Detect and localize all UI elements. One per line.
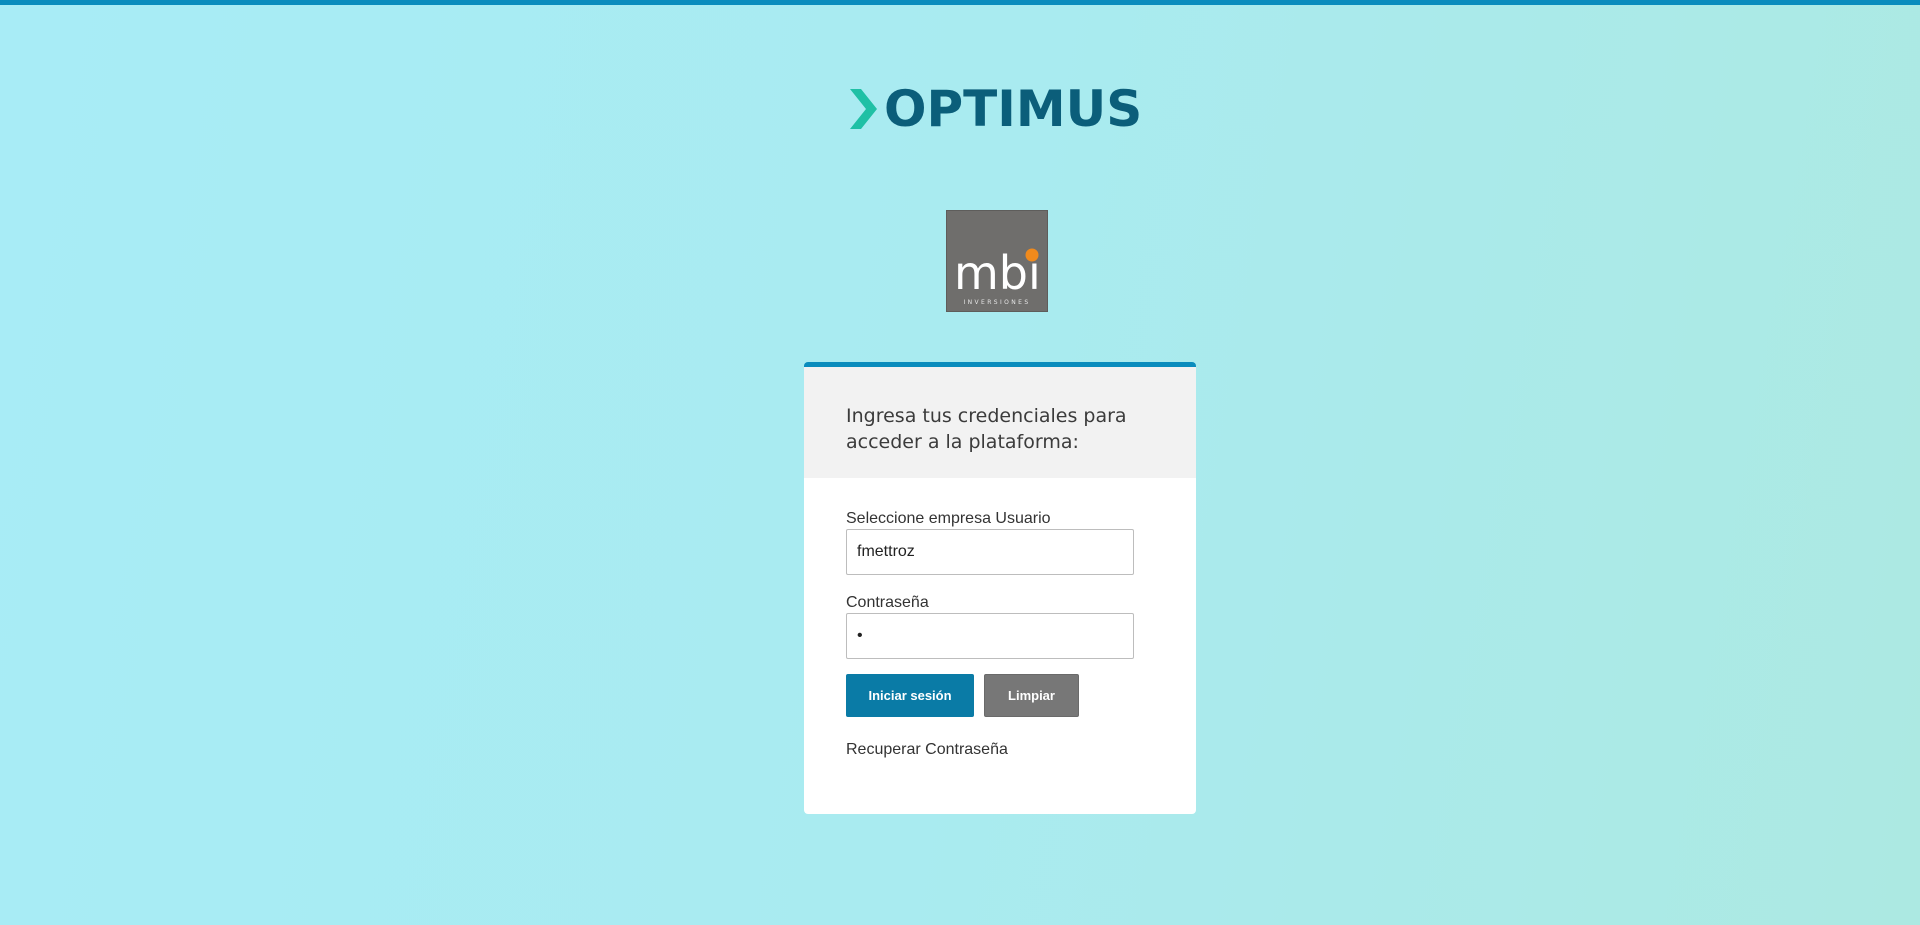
password-input[interactable] — [846, 613, 1134, 659]
client-logo-subtext: INVERSIONES — [963, 299, 1030, 306]
top-accent-bar — [0, 0, 1920, 5]
login-card-header: Ingresa tus credenciales para acceder a … — [804, 367, 1196, 478]
login-card: Ingresa tus credenciales para acceder a … — [804, 362, 1196, 814]
client-logo: mbi INVERSIONES — [946, 210, 1048, 312]
user-field-label: Seleccione empresa Usuario — [846, 510, 1051, 527]
login-button[interactable]: Iniciar sesión — [846, 674, 974, 717]
login-intro-text: Ingresa tus credenciales para acceder a … — [846, 405, 1127, 453]
brand-name: OPTIMUS — [884, 80, 1143, 138]
user-input[interactable] — [846, 529, 1134, 575]
login-form: Seleccione empresa Usuario Contraseña In… — [804, 478, 1196, 759]
clear-button[interactable]: Limpiar — [984, 674, 1079, 717]
recover-password-link[interactable]: Recuperar Contraseña — [846, 741, 1008, 759]
optimus-logo: OPTIMUS — [850, 80, 1143, 138]
password-field-label: Contraseña — [846, 594, 929, 611]
client-logo-dot-icon — [1025, 248, 1039, 262]
chevron-right-icon — [850, 89, 877, 129]
